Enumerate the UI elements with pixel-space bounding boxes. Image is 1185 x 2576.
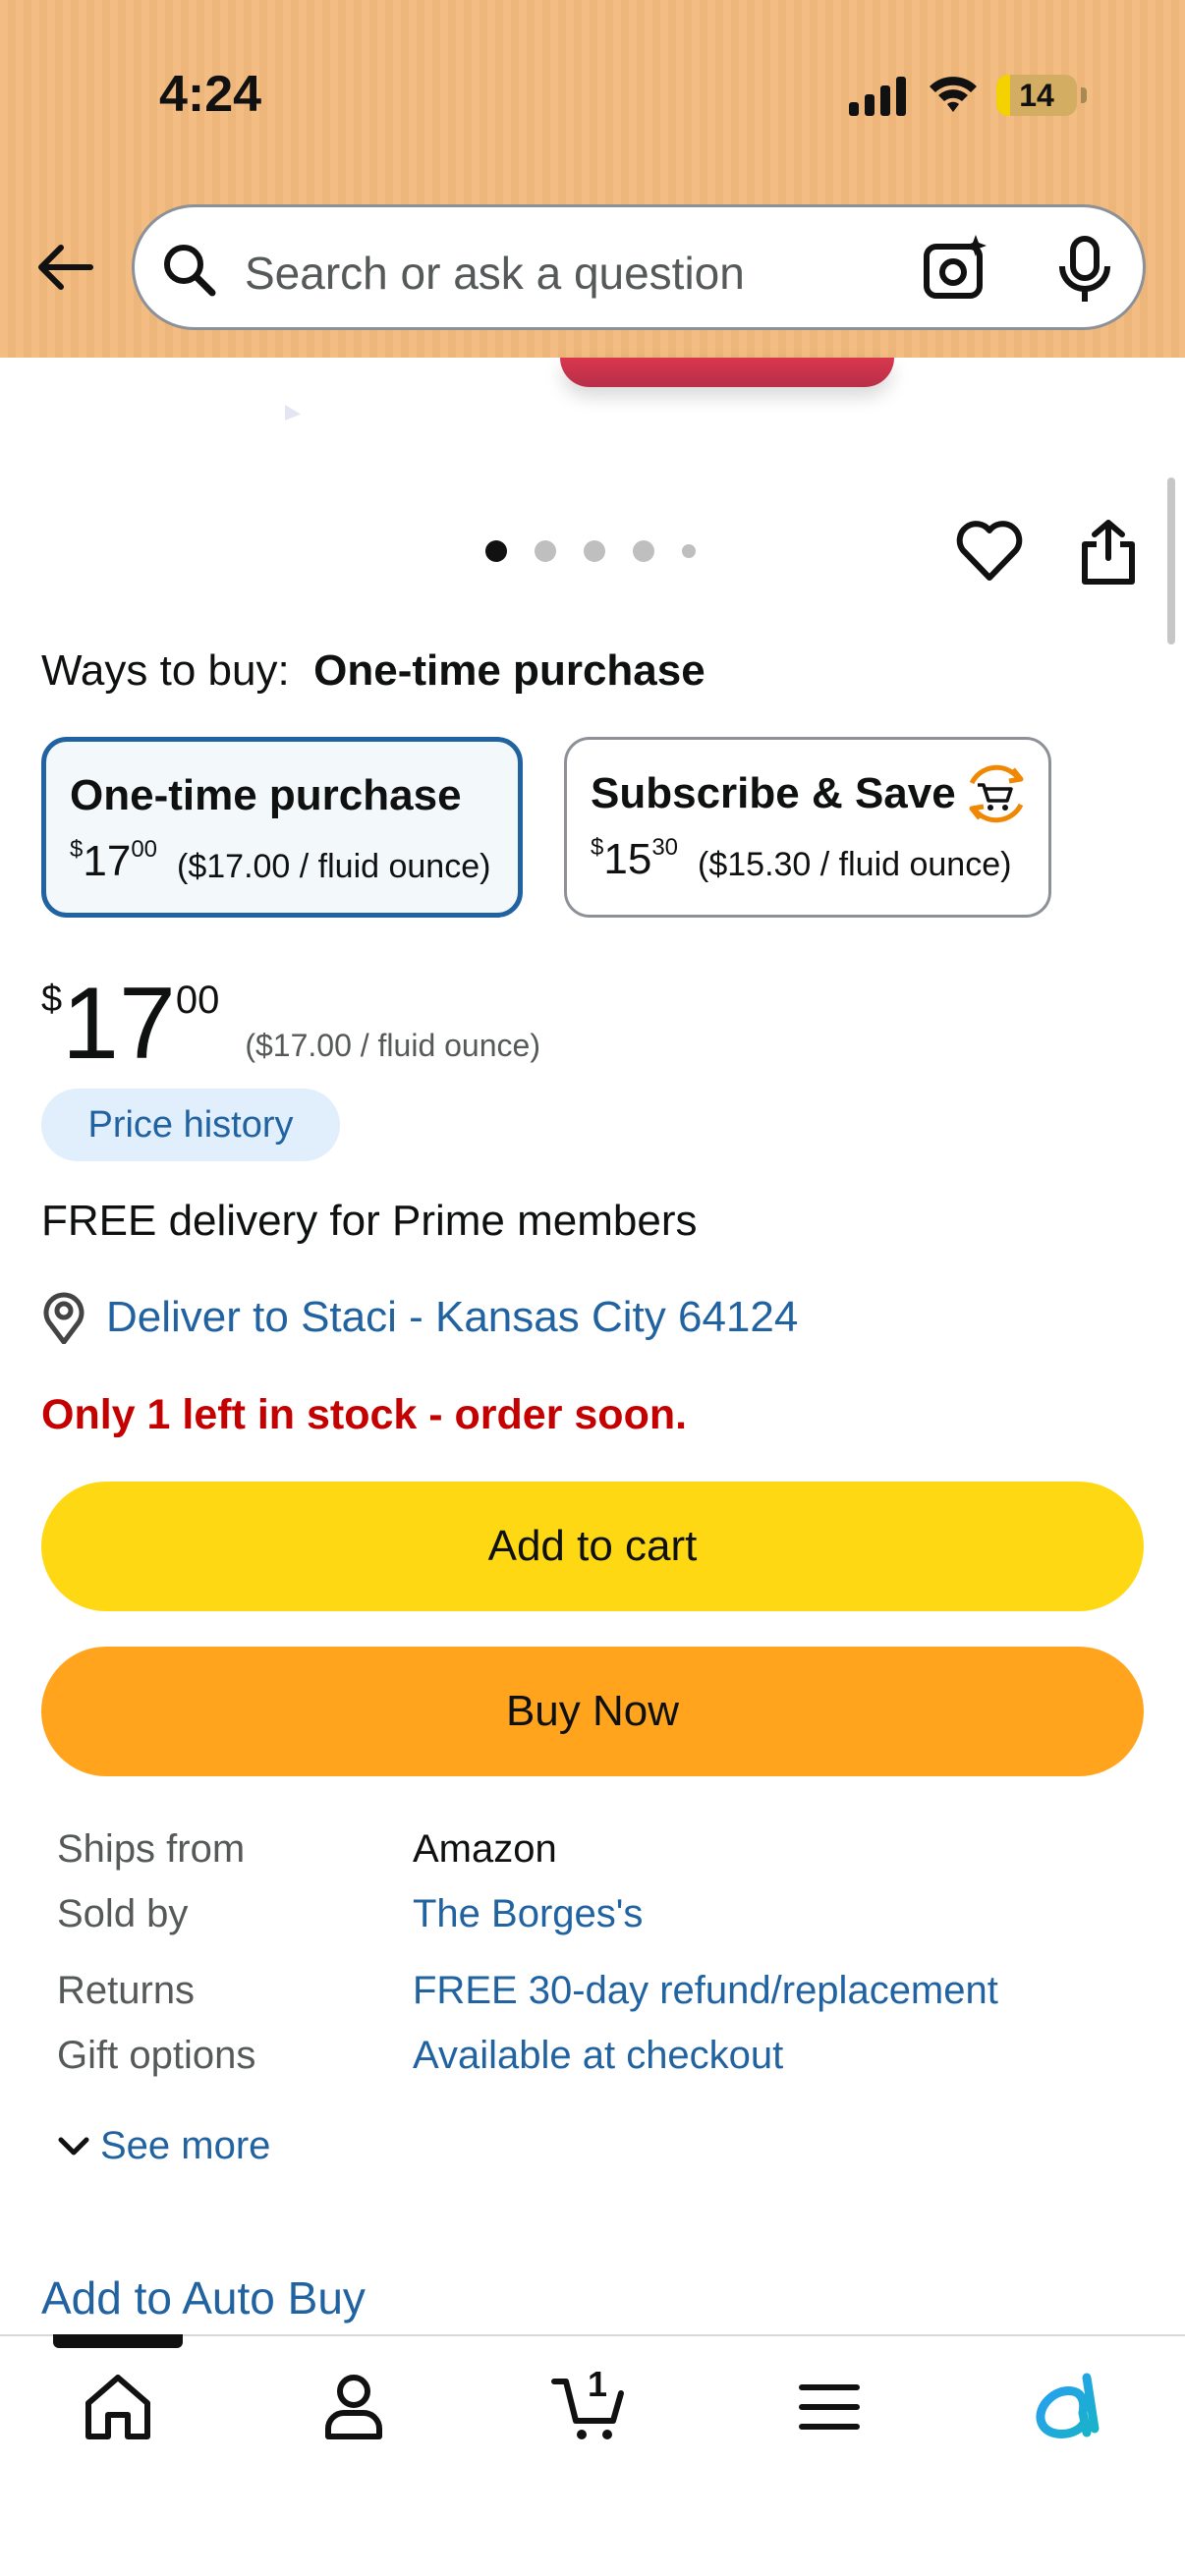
- see-more-label: See more: [100, 2124, 271, 2167]
- price-per-unit: ($17.00 / fluid ounce): [245, 1028, 540, 1063]
- detail-key: Gift options: [57, 2034, 256, 2077]
- product-image-fragment: [285, 405, 301, 420]
- option-unit-price: ($15.30 / fluid ounce): [698, 846, 1012, 883]
- carousel-dot[interactable]: [682, 544, 696, 558]
- price-cents: 00: [175, 979, 220, 1022]
- product-price: $ 17 00 ($17.00 / fluid ounce): [41, 973, 540, 1075]
- battery-level: 14: [1019, 77, 1054, 113]
- carousel-dot[interactable]: [633, 540, 654, 562]
- stock-warning: Only 1 left in stock - order soon.: [41, 1391, 688, 1438]
- option-one-time-purchase[interactable]: One-time purchase $17 00 ($17.00 / fluid …: [41, 737, 523, 918]
- free-delivery-text: FREE delivery for Prime members: [41, 1197, 698, 1245]
- buy-now-button[interactable]: Buy Now: [41, 1647, 1144, 1776]
- option-currency: $: [591, 834, 604, 861]
- product-image[interactable]: [560, 358, 894, 387]
- image-carousel-dots[interactable]: [485, 540, 696, 562]
- see-more-toggle[interactable]: See more: [57, 2124, 270, 2168]
- add-to-auto-buy-link[interactable]: Add to Auto Buy: [41, 2271, 366, 2324]
- ways-to-buy-label: Ways to buy:: [41, 646, 290, 695]
- gift-options-link[interactable]: Available at checkout: [413, 2034, 783, 2078]
- option-cents: 00: [131, 836, 158, 863]
- search-input[interactable]: Search or ask a question: [245, 247, 745, 300]
- option-subscribe-save[interactable]: Subscribe & Save $15 30 ($15.30 / fluid o…: [564, 737, 1051, 918]
- option-unit-price: ($17.00 / fluid ounce): [177, 848, 491, 885]
- cellular-signal-icon: [849, 77, 906, 116]
- seller-link[interactable]: The Borges's: [413, 1892, 643, 1936]
- detail-key: Sold by: [57, 1892, 189, 1935]
- option-dollars: 15: [603, 835, 652, 883]
- search-icon: [164, 245, 216, 297]
- scrollbar[interactable]: [1167, 477, 1175, 644]
- ways-to-buy-selected: One-time purchase: [313, 646, 705, 695]
- account-icon[interactable]: [314, 2368, 393, 2446]
- search-bar[interactable]: Search or ask a question: [132, 204, 1146, 330]
- detail-key: Ships from: [57, 1827, 246, 1871]
- status-time: 4:24: [159, 66, 262, 123]
- cart-count-badge: 1: [588, 2364, 608, 2404]
- chevron-down-icon: [58, 2137, 89, 2155]
- option-cents: 30: [651, 834, 679, 861]
- option-currency: $: [70, 836, 84, 863]
- battery-indicator: 14: [996, 75, 1087, 116]
- heart-icon[interactable]: [955, 519, 1024, 584]
- battery-nub: [1081, 87, 1087, 103]
- home-icon[interactable]: [79, 2368, 157, 2446]
- price-history-button[interactable]: Price history: [41, 1089, 340, 1161]
- detail-key: Returns: [57, 1969, 196, 2012]
- rufus-assistant-icon[interactable]: [1026, 2368, 1104, 2446]
- option-dollars: 17: [83, 837, 132, 885]
- microphone-icon[interactable]: [1054, 235, 1115, 304]
- carousel-dot[interactable]: [485, 540, 507, 562]
- price-dollars: 17: [62, 967, 176, 1081]
- battery-fill: [996, 75, 1010, 116]
- detail-value: Amazon: [413, 1827, 557, 1871]
- carousel-dot[interactable]: [535, 540, 556, 562]
- location-pin-icon: [43, 1292, 85, 1344]
- carousel-dot[interactable]: [584, 540, 605, 562]
- option-title: One-time purchase: [70, 771, 462, 819]
- menu-icon[interactable]: [790, 2368, 869, 2446]
- add-to-cart-button[interactable]: Add to cart: [41, 1482, 1144, 1611]
- wifi-icon: [930, 77, 977, 112]
- ways-to-buy-heading: Ways to buy: One-time purchase: [41, 646, 705, 696]
- subscribe-save-cart-icon: [969, 764, 1024, 823]
- active-tab-indicator: [53, 2334, 183, 2348]
- price-currency: $: [41, 979, 63, 1020]
- camera-lens-icon[interactable]: [921, 233, 993, 306]
- deliver-to-link[interactable]: Deliver to Staci - Kansas City 64124: [106, 1293, 798, 1342]
- returns-link[interactable]: FREE 30-day refund/replacement: [413, 1969, 998, 2013]
- back-arrow-icon[interactable]: [33, 236, 96, 299]
- app-header: 4:24 14 Search or ask a question: [0, 0, 1185, 358]
- option-price: $15 30 ($15.30 / fluid ounce): [591, 834, 1012, 884]
- option-title: Subscribe & Save: [591, 769, 956, 817]
- share-icon[interactable]: [1079, 519, 1138, 586]
- option-price: $17 00 ($17.00 / fluid ounce): [70, 836, 491, 886]
